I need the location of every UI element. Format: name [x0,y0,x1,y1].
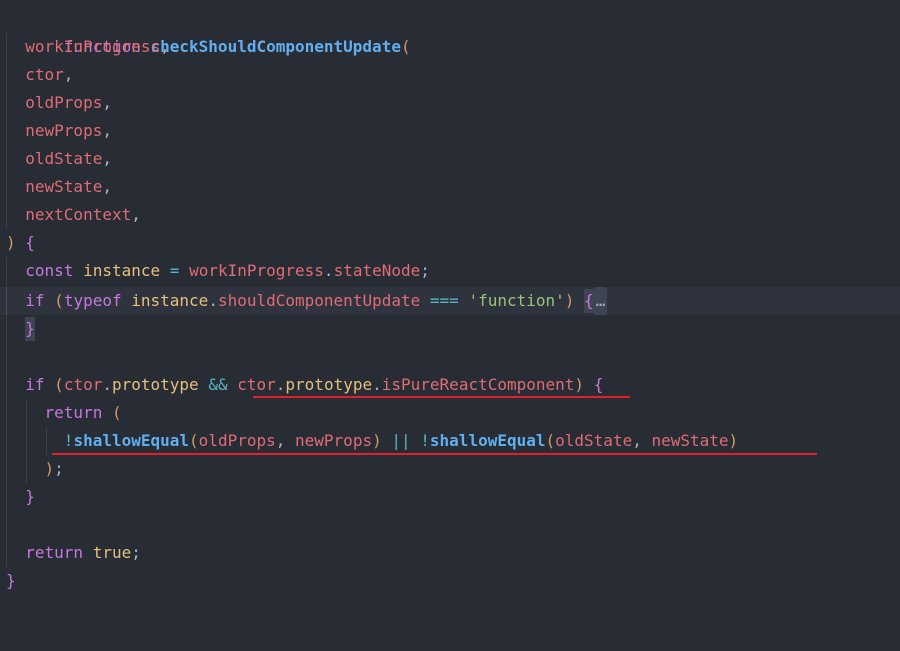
arg-oldProps: oldProps [198,431,276,450]
param-nextContext: nextContext [25,205,132,224]
keyword-if: if [25,375,45,394]
prop-isPureReactComponent: isPureReactComponent [381,375,575,394]
code-line-18[interactable]: } [0,483,900,511]
operator-strict-equal: === [429,291,459,310]
comma: , [275,431,286,450]
paren-open: ( [545,431,556,450]
arg-newProps: newProps [295,431,373,450]
semicolon: ; [131,543,141,562]
ref-ctor: ctor [63,375,103,394]
semicolon: ; [420,261,430,280]
comma: , [160,37,170,56]
keyword-return: return [25,543,84,562]
brace-close: } [6,571,16,590]
code-line-2[interactable]: workInProgress, [0,33,900,61]
operator-or: || [391,431,411,450]
brace-close: } [25,487,35,506]
comma: , [102,177,112,196]
paren-close: ) [564,291,575,310]
ref-ctor: ctor [237,375,276,394]
paren-close: ) [372,431,382,450]
call-shallowEqual: shallowEqual [429,431,546,450]
arg-newState: newState [651,431,729,450]
keyword-typeof: typeof [63,291,122,310]
dot: . [208,291,218,310]
prop-prototype: prototype [111,375,199,394]
param-ctor: ctor [25,65,64,84]
dot: . [275,375,286,394]
code-line-9[interactable]: ) { [0,229,900,257]
code-line-4[interactable]: oldProps, [0,89,900,117]
param-oldProps: oldProps [25,93,103,112]
operator-assign: = [169,261,180,280]
indent-guide [6,511,7,539]
paren-open: ( [111,403,122,422]
prop-shouldComponentUpdate: shouldComponentUpdate [217,291,421,310]
comma: , [131,205,141,224]
dot: . [102,375,112,394]
code-line-7[interactable]: newState, [0,173,900,201]
code-line-8[interactable]: nextContext, [0,201,900,229]
code-line-5[interactable]: newProps, [0,117,900,145]
fold-ellipsis-icon[interactable]: … [593,287,608,315]
param-oldState: oldState [25,149,103,168]
paren-close: ) [574,375,585,394]
paren-open: ( [189,431,199,450]
code-line-12[interactable]: } [0,315,900,343]
var-instance: instance [131,291,209,310]
code-line-16[interactable]: !shallowEqual(oldProps, newProps) || !sh… [0,427,900,455]
indent-guide [6,343,7,371]
code-line-17[interactable]: ); [0,455,900,483]
code-line-3[interactable]: ctor, [0,61,900,89]
paren-close: ) [728,431,739,450]
paren-open: ( [54,375,64,394]
brace-close-matched: } [25,317,35,341]
param-newProps: newProps [25,121,103,140]
param-newState: newState [25,177,103,196]
dot: . [372,375,382,394]
operator-not: ! [420,431,430,450]
code-line-21[interactable]: } [0,567,900,595]
keyword-if: if [25,291,45,310]
comma: , [632,431,642,450]
arg-oldState: oldState [555,431,633,450]
param-workInProgress: workInProgress [25,37,161,56]
literal-true: true [92,543,132,562]
comma: , [102,149,112,168]
keyword-return: return [44,403,103,422]
call-shallowEqual: shallowEqual [73,431,190,450]
semicolon: ; [54,459,64,478]
code-editor[interactable]: function checkShouldComponentUpdate( wor… [0,0,900,610]
prop-prototype: prototype [285,375,373,394]
code-line-19-empty[interactable] [0,511,900,539]
code-line-14[interactable]: if (ctor.prototype && ctor.prototype.isP… [0,371,900,399]
operator-not: ! [63,431,74,450]
paren-close: ) [6,233,16,252]
paren-close: ) [44,459,55,478]
code-line-11-current[interactable]: if (typeof instance.shouldComponentUpdat… [0,287,900,315]
code-line-6[interactable]: oldState, [0,145,900,173]
code-line-1[interactable]: function checkShouldComponentUpdate( [0,5,900,56]
code-line-20[interactable]: return true; [0,539,900,567]
brace-open: { [593,375,604,394]
keyword-const: const [25,261,74,280]
brace-open-matched: { [584,289,594,313]
code-line-10[interactable]: const instance = workInProgress.stateNod… [0,257,900,285]
annotation-underline [253,396,630,398]
dot: . [323,261,334,280]
code-line-13-empty[interactable] [0,343,900,371]
prop-stateNode: stateNode [333,261,421,280]
comma: , [102,93,112,112]
paren-open: ( [54,291,64,310]
operator-and: && [208,375,228,394]
comma: , [102,121,112,140]
ref-workInProgress: workInProgress [189,261,324,280]
string-function: 'function' [468,291,565,310]
code-line-15[interactable]: return ( [0,399,900,427]
brace-open: { [25,233,35,252]
var-instance: instance [83,261,161,280]
comma: , [63,65,74,84]
